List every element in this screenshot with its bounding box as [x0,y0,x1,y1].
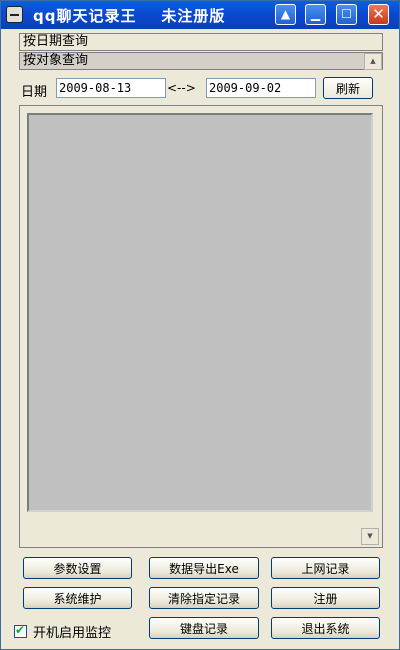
tab-by-date-label: 按日期查询 [23,34,89,49]
web-log-button[interactable]: 上网记录 [271,557,380,579]
export-exe-button[interactable]: 数据导出Exe [149,557,259,579]
start-date-input[interactable] [56,78,166,98]
minimize-button[interactable]: ▁ [305,4,326,25]
autostart-label: 开机启用监控 [33,626,112,641]
tab-by-object-label: 按对象查询 [23,53,89,68]
clear-records-button[interactable]: 清除指定记录 [149,587,259,609]
end-date-input[interactable] [206,78,316,98]
tab-by-object[interactable]: 按对象查询 ▲ [19,52,383,70]
record-list[interactable] [27,113,373,512]
autostart-checkbox[interactable]: 开机启用监控 [14,622,111,641]
date-range-separator: <--> [167,81,196,95]
refresh-button[interactable]: 刷新 [323,77,373,99]
window-title: qq聊天记录王 未注册版 [33,7,226,25]
main-window: qq聊天记录王 未注册版 ▲ ▁ ☐ ✕ 按日期查询 按对象查询 ▲ 日期 <-… [0,0,400,650]
window-menu-icon[interactable] [6,6,23,23]
keyboard-log-button[interactable]: 键盘记录 [149,617,259,639]
rollup-button[interactable]: ▲ [275,4,296,25]
maintenance-button[interactable]: 系统维护 [23,587,132,609]
exit-button[interactable]: 退出系统 [271,617,380,639]
date-label: 日期 [21,85,48,100]
record-list-frame: ▼ [19,105,383,548]
maximize-button[interactable]: ☐ [336,4,357,25]
register-button[interactable]: 注册 [271,587,380,609]
close-button[interactable]: ✕ [368,4,389,25]
checkbox-checked-icon[interactable] [14,623,27,638]
scroll-up-arrow-icon[interactable]: ▲ [364,53,382,70]
settings-button[interactable]: 参数设置 [23,557,132,579]
tab-by-date[interactable]: 按日期查询 [19,33,383,51]
scroll-down-arrow-icon[interactable]: ▼ [361,528,379,545]
title-bar[interactable]: qq聊天记录王 未注册版 ▲ ▁ ☐ ✕ [1,1,399,29]
